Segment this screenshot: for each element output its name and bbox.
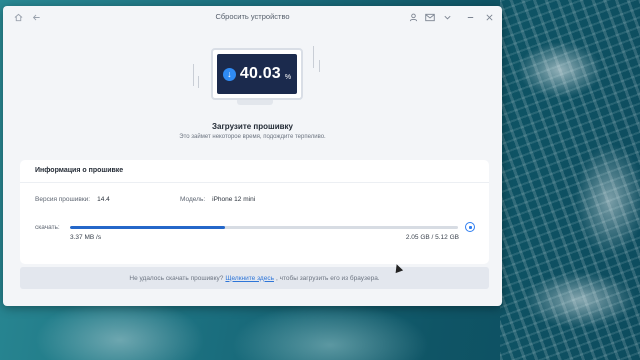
app-window: Сбросить устройство ↓ 40.03 % Загрузите … [3, 6, 502, 306]
monitor-stand [237, 100, 273, 105]
download-progress-fill [70, 226, 226, 229]
minimize-icon[interactable] [463, 10, 477, 24]
mail-icon[interactable] [423, 10, 437, 24]
card-heading: Информация о прошивке [35, 167, 124, 174]
wallpaper-waves [500, 0, 640, 360]
model-value: iPhone 12 mini [212, 196, 256, 203]
hero-title: Загрузите прошивку [212, 122, 293, 131]
card-header: Информация о прошивке [20, 160, 489, 183]
titlebar: Сбросить устройство [3, 6, 502, 28]
close-icon[interactable] [482, 10, 496, 24]
hero-subtitle: Это займет некоторое время, подождите те… [179, 134, 326, 140]
model-label: Модель: [180, 196, 206, 203]
pause-button[interactable] [465, 222, 475, 232]
help-footer: Не удалось скачать прошивку? Щелкните зд… [20, 267, 489, 289]
download-speed: 3.37 MB /s [70, 234, 102, 241]
decor-line [193, 64, 194, 86]
monitor-illustration: ↓ 40.03 % [211, 48, 303, 100]
download-label: скачать: [35, 224, 60, 231]
device-model: Модель: iPhone 12 mini [180, 196, 255, 203]
browser-download-link[interactable]: Щелкните здесь [225, 275, 274, 282]
download-progress-bar [70, 226, 458, 229]
decor-line [319, 60, 320, 72]
monitor-screen: ↓ 40.03 % [217, 54, 297, 94]
percent-sign: % [284, 73, 292, 81]
download-hero: ↓ 40.03 % Загрузите прошивку Это займет … [3, 36, 502, 154]
footer-text: Не удалось скачать прошивку? [129, 274, 224, 282]
version-value: 14.4 [97, 196, 110, 203]
user-icon[interactable] [406, 10, 420, 24]
firmware-info-card: Информация о прошивке Версия прошивки: 14… [20, 160, 489, 264]
decor-line [198, 76, 199, 88]
decor-line [313, 46, 314, 68]
download-icon: ↓ [222, 67, 236, 81]
chevron-down-icon[interactable] [440, 10, 454, 24]
download-size: 2.05 GB / 5.12 GB [405, 234, 459, 241]
version-label: Версия прошивки: [35, 196, 91, 203]
progress-percent: 40.03 [239, 65, 281, 82]
footer-text-end: , чтобы загрузить его из браузера. [275, 274, 380, 282]
firmware-version: Версия прошивки: 14.4 [35, 196, 110, 203]
pause-icon [468, 225, 472, 229]
